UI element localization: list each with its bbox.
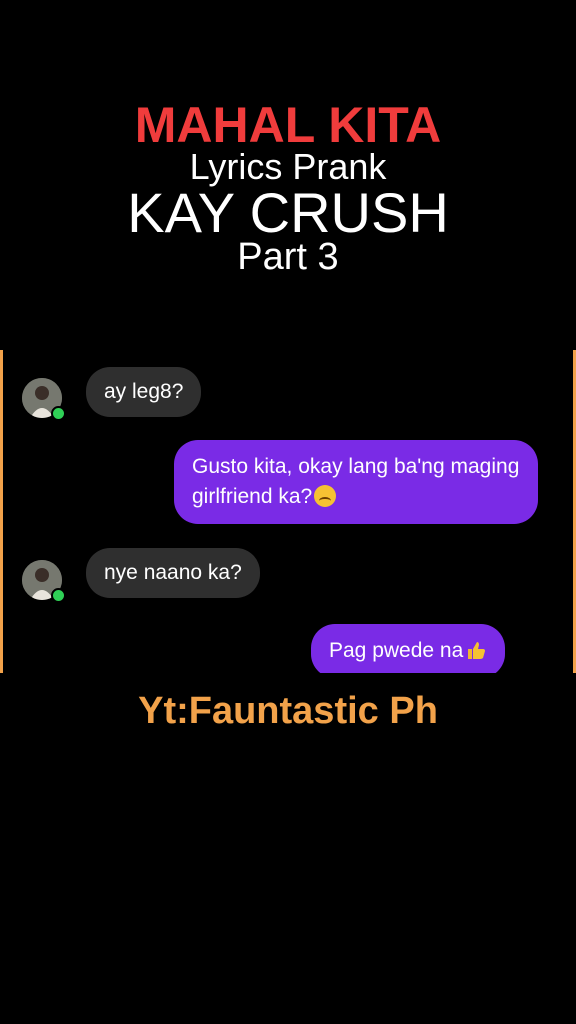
upside-down-face-icon: [314, 485, 337, 507]
message-text: nye naano ka?: [104, 561, 242, 584]
incoming-message-bubble[interactable]: ay leg8?: [86, 367, 202, 417]
chat-screenshot: ay leg8? Gusto kita, okay lang ba'ng mag…: [0, 350, 576, 673]
outgoing-message-bubble[interactable]: Gusto kita, okay lang ba'ng maging girlf…: [174, 440, 538, 524]
message-text: Gusto kita, okay lang ba'ng maging girlf…: [192, 455, 520, 508]
thumbs-up-icon: [468, 642, 486, 659]
message-text: Pag pwede na: [329, 639, 464, 662]
online-status-dot: [51, 406, 66, 421]
outgoing-message-bubble[interactable]: Pag pwede na: [311, 624, 506, 673]
watermark-text: Yt:Fauntastic Ph: [138, 690, 438, 732]
online-status-dot: [51, 588, 66, 603]
incoming-message-bubble[interactable]: nye naano ka?: [86, 548, 260, 598]
message-text: ay leg8?: [104, 380, 184, 403]
title-part: Part 3: [237, 236, 339, 278]
frame-left-edge: [0, 350, 3, 673]
